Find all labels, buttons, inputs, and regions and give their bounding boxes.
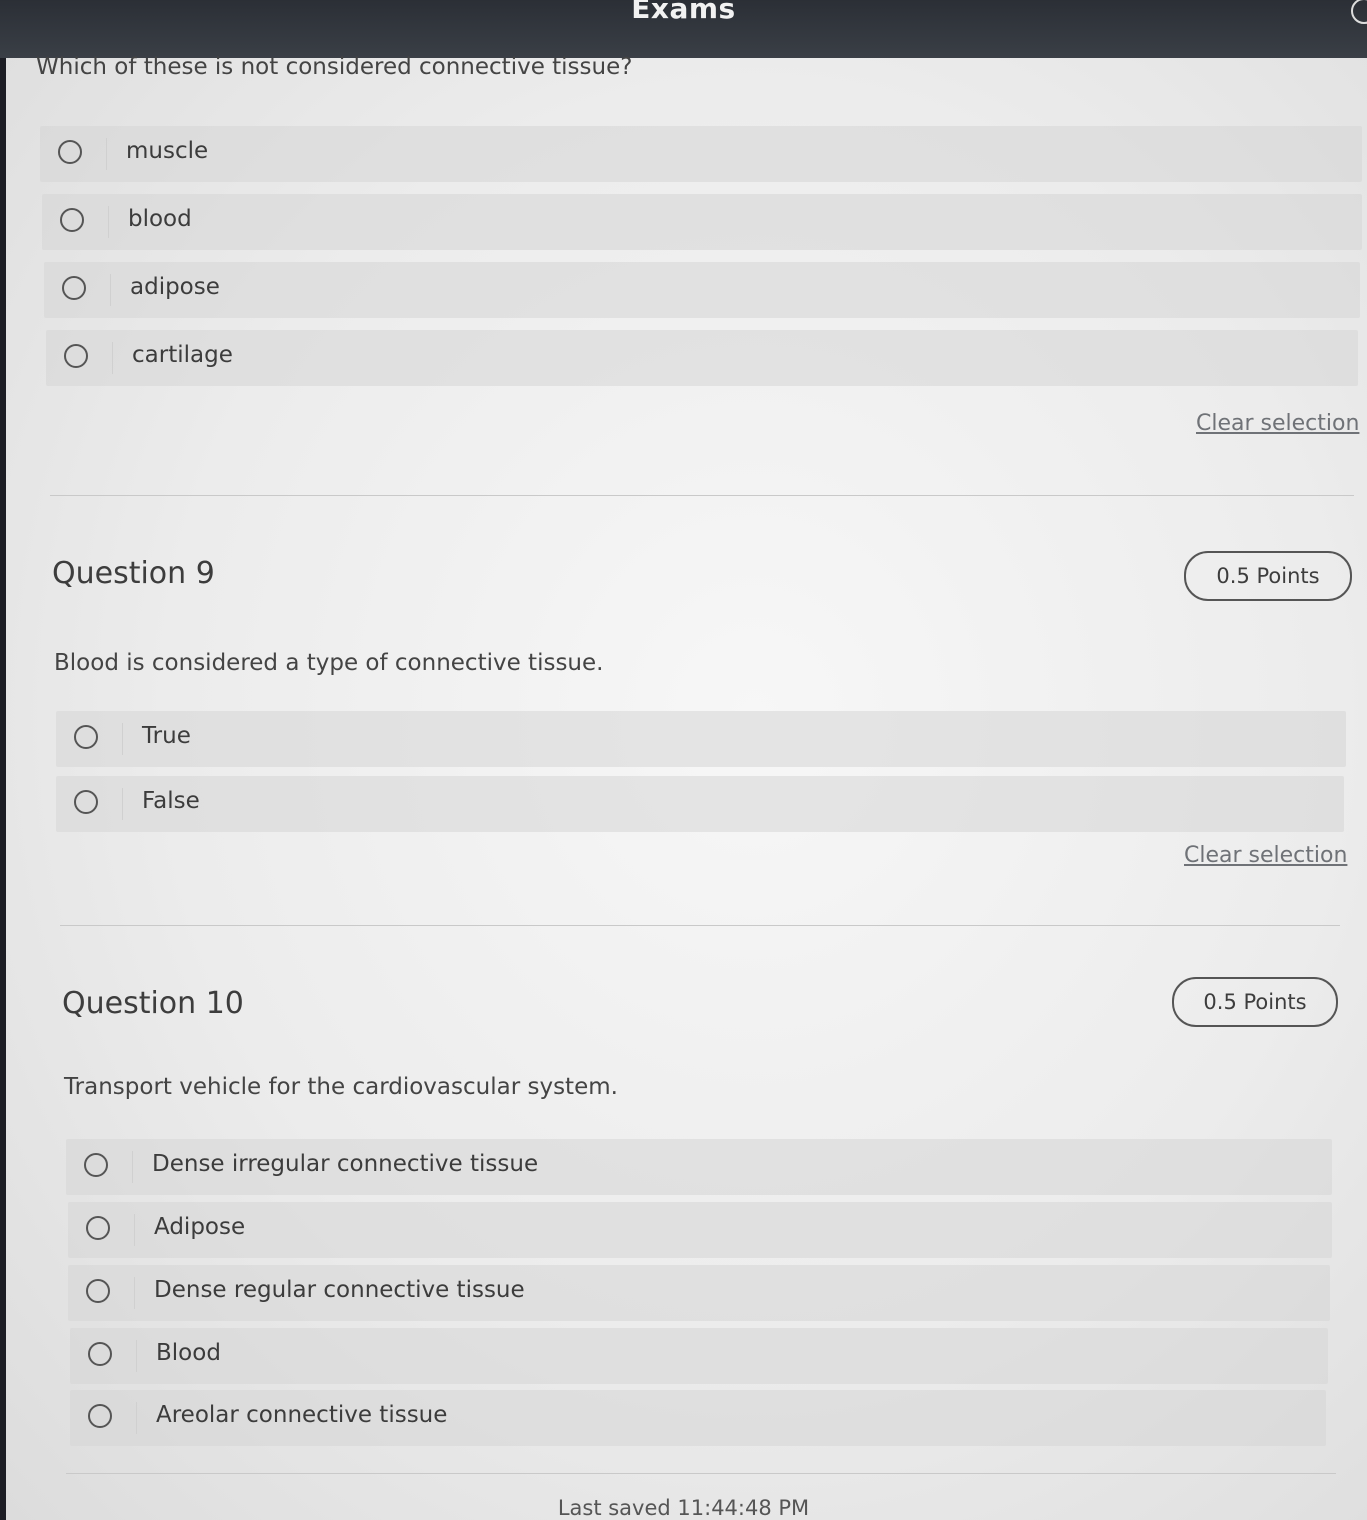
option-separator (134, 1214, 135, 1246)
option-separator (112, 342, 113, 374)
exam-sheet: Which of these is not considered connect… (6, 54, 1367, 1520)
option-label: Areolar connective tissue (156, 1402, 448, 1428)
section-divider (50, 495, 1354, 496)
option-label: Blood (156, 1340, 221, 1366)
radio-button[interactable] (88, 1342, 112, 1366)
option-separator (134, 1277, 135, 1309)
answer-option[interactable]: cartilage (46, 330, 1358, 386)
option-separator (122, 723, 123, 755)
option-separator (106, 138, 107, 170)
option-separator (122, 788, 123, 820)
points-badge: 0.5 Points (1172, 977, 1338, 1027)
question-title: Question 10 (62, 986, 244, 1021)
question-stem: Transport vehicle for the cardiovascular… (64, 1074, 618, 1100)
option-label: Dense regular connective tissue (154, 1277, 525, 1303)
option-separator (108, 206, 109, 238)
question-title: Question 9 (52, 556, 215, 591)
clear-selection-link[interactable]: Clear selection (1196, 411, 1359, 436)
app-header: Exams (0, 0, 1367, 58)
radio-button[interactable] (84, 1153, 108, 1177)
answer-option[interactable]: Dense regular connective tissue (68, 1265, 1330, 1321)
option-separator (110, 274, 111, 306)
option-separator (136, 1340, 137, 1372)
answer-option[interactable]: muscle (40, 126, 1362, 182)
answer-option[interactable]: False (56, 776, 1344, 832)
answer-option[interactable]: adipose (44, 262, 1360, 318)
radio-button[interactable] (86, 1279, 110, 1303)
answer-option[interactable]: Dense irregular connective tissue (66, 1139, 1332, 1195)
answer-option[interactable]: Adipose (68, 1202, 1332, 1258)
section-divider (60, 925, 1340, 926)
option-separator (132, 1151, 133, 1183)
option-label: Dense irregular connective tissue (152, 1151, 539, 1177)
clear-selection-link[interactable]: Clear selection (1184, 843, 1347, 868)
last-saved-status: Last saved 11:44:48 PM (557, 1496, 810, 1520)
app-title: Exams (631, 0, 736, 25)
option-separator (136, 1402, 137, 1434)
answer-option[interactable]: blood (42, 194, 1362, 250)
radio-button[interactable] (86, 1216, 110, 1240)
points-badge: 0.5 Points (1184, 551, 1352, 601)
radio-button[interactable] (58, 140, 82, 164)
radio-button[interactable] (64, 344, 88, 368)
question-stem: Which of these is not considered connect… (36, 54, 633, 80)
answer-option[interactable]: Blood (70, 1328, 1328, 1384)
radio-button[interactable] (62, 276, 86, 300)
option-label: cartilage (132, 342, 233, 368)
radio-button[interactable] (60, 208, 84, 232)
option-label: adipose (130, 274, 220, 300)
option-label: True (142, 723, 191, 749)
option-label: False (142, 788, 200, 814)
radio-button[interactable] (88, 1404, 112, 1428)
radio-button[interactable] (74, 790, 98, 814)
option-label: Adipose (154, 1214, 246, 1240)
answer-option[interactable]: Areolar connective tissue (70, 1390, 1326, 1446)
radio-button[interactable] (74, 725, 98, 749)
section-divider (66, 1473, 1336, 1474)
option-label: blood (128, 206, 192, 232)
answer-option[interactable]: True (56, 711, 1346, 767)
option-label: muscle (126, 138, 209, 164)
question-stem: Blood is considered a type of connective… (54, 650, 604, 676)
